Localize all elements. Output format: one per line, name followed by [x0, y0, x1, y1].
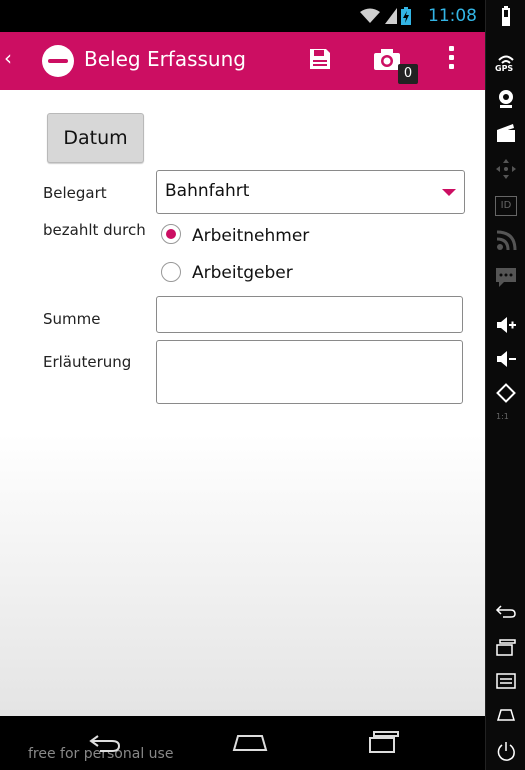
rotate-icon[interactable] — [495, 382, 517, 404]
battery-icon[interactable] — [495, 6, 517, 28]
home-small-icon[interactable] — [495, 704, 517, 726]
erlaeuterung-label: Erläuterung — [43, 353, 132, 371]
dropdown-arrow-icon — [442, 189, 456, 196]
erlaeuterung-input[interactable] — [156, 340, 463, 404]
volume-up-icon[interactable] — [495, 314, 517, 336]
overflow-menu-icon[interactable] — [446, 46, 456, 74]
summe-label: Summe — [43, 310, 101, 328]
action-bar: ‹ Beleg Erfassung 0 — [0, 32, 485, 90]
scale-one-to-one-label[interactable]: 1:1 — [496, 412, 509, 421]
recent-apps-icon[interactable] — [368, 730, 400, 754]
camera-icon[interactable] — [373, 47, 401, 71]
webcam-icon[interactable] — [495, 88, 517, 110]
wifi-icon — [360, 8, 380, 23]
radio-label-arbeitnehmer[interactable]: Arbeitnehmer — [192, 226, 309, 246]
save-icon[interactable] — [308, 47, 332, 71]
power-icon[interactable] — [495, 740, 517, 762]
signal-icon — [385, 8, 397, 24]
belegart-label: Belegart — [43, 184, 107, 202]
sms-icon[interactable] — [495, 266, 517, 288]
date-button[interactable]: Datum — [47, 113, 144, 163]
status-icons — [359, 7, 411, 25]
back-icon[interactable] — [88, 732, 122, 754]
menu-small-icon[interactable] — [495, 670, 517, 692]
rss-icon[interactable] — [495, 230, 517, 252]
back-small-icon[interactable] — [495, 600, 517, 622]
status-bar: 11:08 — [0, 0, 485, 32]
dpad-icon[interactable] — [495, 158, 517, 180]
belegart-spinner[interactable]: Bahnfahrt — [156, 170, 465, 214]
page-title: Beleg Erfassung — [84, 47, 246, 71]
bezahlt-durch-label: bezahlt durch — [43, 221, 146, 239]
belegart-selected-value: Bahnfahrt — [165, 181, 250, 201]
app-logo[interactable] — [42, 45, 74, 77]
radio-arbeitgeber[interactable] — [161, 262, 181, 282]
device-id-icon[interactable]: ID — [495, 196, 517, 216]
radio-arbeitnehmer[interactable] — [161, 224, 181, 244]
radio-label-arbeitgeber[interactable]: Arbeitgeber — [192, 263, 293, 283]
volume-down-icon[interactable] — [495, 348, 517, 370]
camera-count-badge: 0 — [398, 64, 418, 84]
navigation-bar: free for personal use — [0, 716, 485, 770]
summe-input[interactable] — [156, 296, 463, 333]
home-icon[interactable] — [232, 734, 268, 752]
phone-screen: 11:08 ‹ Beleg Erfassung 0 Datum Belegart… — [0, 0, 485, 770]
form-content: Datum Belegart Bahnfahrt bezahlt durch A… — [0, 90, 485, 716]
recent-apps-small-icon[interactable] — [495, 636, 517, 658]
battery-charging-icon — [401, 7, 411, 25]
emulator-toolbar: GPS ID 1:1 — [485, 0, 525, 770]
clapperboard-icon[interactable] — [495, 122, 517, 144]
up-navigation-icon[interactable]: ‹ — [4, 46, 12, 70]
status-time: 11:08 — [428, 6, 477, 26]
gps-label[interactable]: GPS — [495, 64, 513, 73]
